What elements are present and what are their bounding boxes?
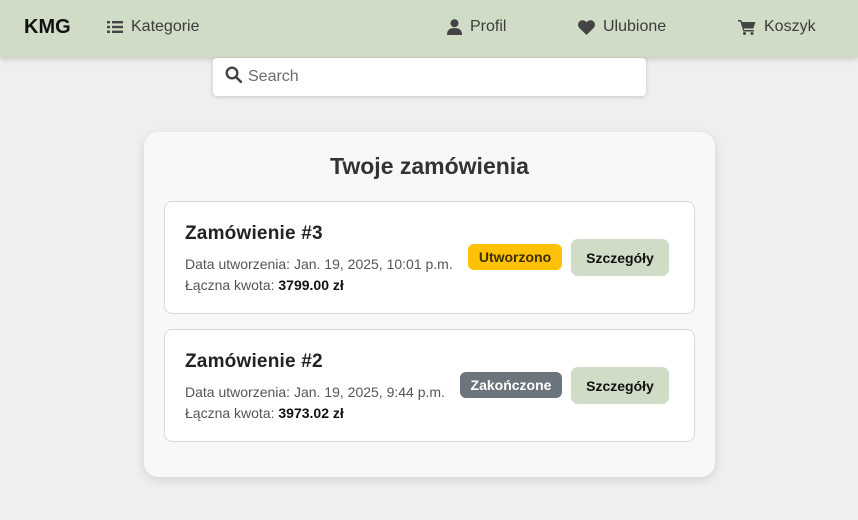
order-card: Zamówienie #2 Data utworzenia: Jan. 19, … <box>164 329 695 442</box>
order-date: Data utworzenia: Jan. 19, 2025, 10:01 p.… <box>185 256 453 272</box>
search-bar <box>213 58 646 96</box>
search-icon <box>225 66 243 88</box>
search-input[interactable] <box>248 68 628 86</box>
details-button[interactable]: Szczegóły <box>571 367 669 404</box>
brand-logo[interactable]: KMG <box>24 16 71 39</box>
page-title: Twoje zamówienia <box>330 153 529 179</box>
nav-cart-label: Koszyk <box>764 18 816 35</box>
nav-favorites[interactable]: Ulubione <box>578 16 666 38</box>
orders-panel: Twoje zamówienia Zamówienie #3 Data utwo… <box>144 132 715 477</box>
top-navbar: KMG Kategorie Profil Ulubione Koszyk <box>0 0 858 57</box>
nav-profile[interactable]: Profil <box>447 16 506 38</box>
nav-cart[interactable]: Koszyk <box>738 16 816 38</box>
order-title: Zamówienie #2 <box>185 351 323 372</box>
status-badge: Zakończone <box>460 372 562 398</box>
order-total: Łączna kwota: 3973.02 zł <box>185 405 344 421</box>
order-total-value: 3799.00 zł <box>278 277 344 293</box>
heart-icon <box>578 19 595 35</box>
order-total-value: 3973.02 zł <box>278 405 344 421</box>
order-title: Zamówienie #3 <box>185 223 323 244</box>
user-icon <box>447 19 462 35</box>
order-date: Data utworzenia: Jan. 19, 2025, 9:44 p.m… <box>185 384 445 400</box>
nav-profile-label: Profil <box>470 18 507 35</box>
nav-categories[interactable]: Kategorie <box>107 16 200 38</box>
cart-icon <box>738 19 756 35</box>
status-badge: Utworzono <box>468 244 562 270</box>
list-icon <box>107 20 123 34</box>
nav-favorites-label: Ulubione <box>603 18 667 35</box>
order-total: Łączna kwota: 3799.00 zł <box>185 277 344 293</box>
details-button[interactable]: Szczegóły <box>571 239 669 276</box>
order-card: Zamówienie #3 Data utworzenia: Jan. 19, … <box>164 201 695 314</box>
nav-categories-label: Kategorie <box>131 18 200 35</box>
